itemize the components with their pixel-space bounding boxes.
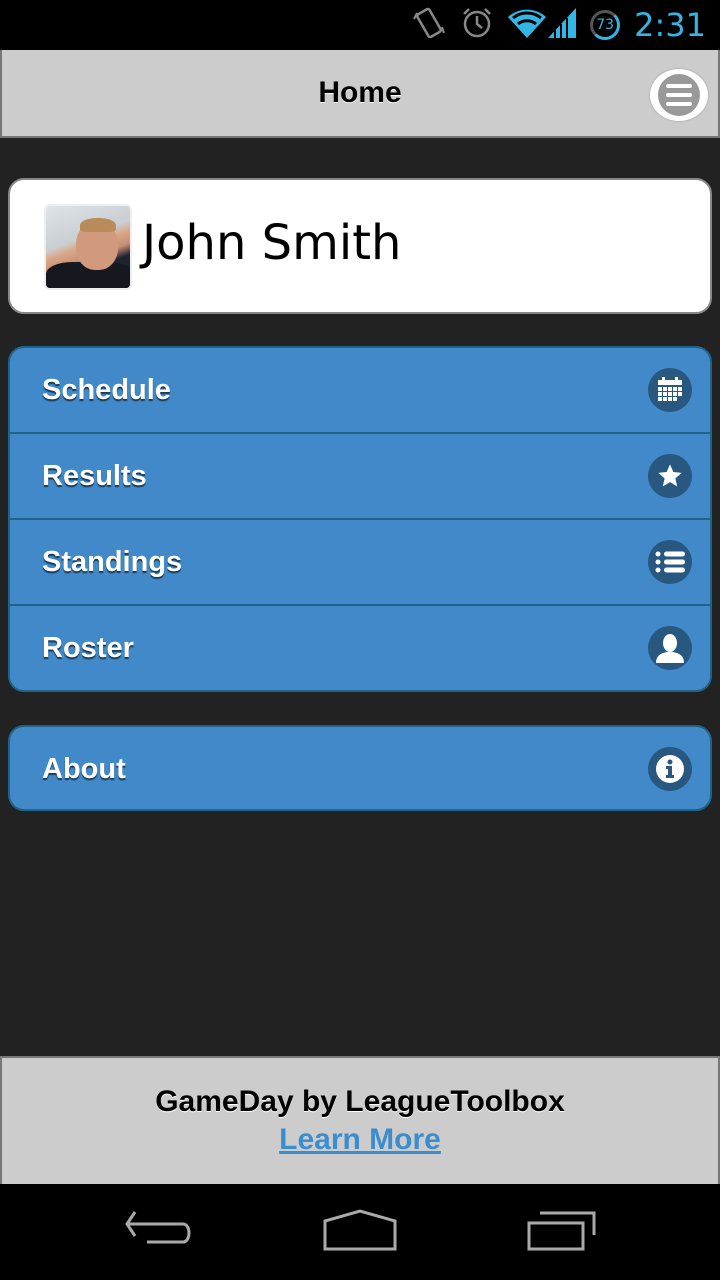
menu-item-label: Roster [42, 632, 134, 664]
system-nav-bar [0, 1184, 720, 1280]
menu-item-standings[interactable]: Standings [10, 520, 710, 606]
wifi-icon [508, 8, 547, 43]
recent-apps-icon [526, 1209, 598, 1256]
menu-item-label: Results [42, 460, 147, 492]
about-menu: About [8, 725, 712, 811]
learn-more-link[interactable]: Learn More [279, 1120, 441, 1160]
info-icon [648, 747, 692, 791]
menu-item-roster[interactable]: Roster [10, 606, 710, 690]
menu-item-schedule[interactable]: Schedule [10, 348, 710, 434]
back-button[interactable] [120, 1204, 200, 1260]
menu-item-label: Schedule [42, 374, 171, 406]
home-icon [322, 1208, 398, 1256]
user-icon [648, 626, 692, 670]
calendar-icon [648, 368, 692, 412]
menu-item-results[interactable]: Results [10, 434, 710, 520]
menu-item-label: Standings [42, 546, 183, 578]
header-bar: Home [0, 50, 720, 138]
clock: 2:31 [634, 6, 706, 44]
profile-name: John Smith [142, 215, 402, 271]
signal-icon [548, 7, 577, 43]
battery-level: 73 [596, 17, 615, 33]
footer: GameDay by LeagueToolbox Learn More [0, 1056, 720, 1184]
main-menu: Schedule Results Standings Roster [8, 346, 712, 692]
star-icon [648, 454, 692, 498]
menu-button[interactable] [650, 69, 708, 121]
hamburger-menu-icon [658, 74, 700, 116]
page-title: Home [318, 76, 402, 109]
battery-icon: 73 [590, 10, 621, 40]
recent-apps-button[interactable] [522, 1204, 602, 1260]
avatar [44, 204, 132, 290]
vibrate-icon [412, 5, 446, 46]
menu-item-label: About [42, 753, 126, 785]
footer-title: GameDay by LeagueToolbox [155, 1085, 565, 1118]
home-button[interactable] [320, 1204, 400, 1260]
profile-card[interactable]: John Smith [8, 178, 712, 314]
list-icon [648, 540, 692, 584]
status-bar: 73 2:31 [0, 0, 720, 50]
menu-item-about[interactable]: About [10, 727, 710, 809]
alarm-icon [460, 6, 494, 45]
back-icon [125, 1210, 195, 1255]
